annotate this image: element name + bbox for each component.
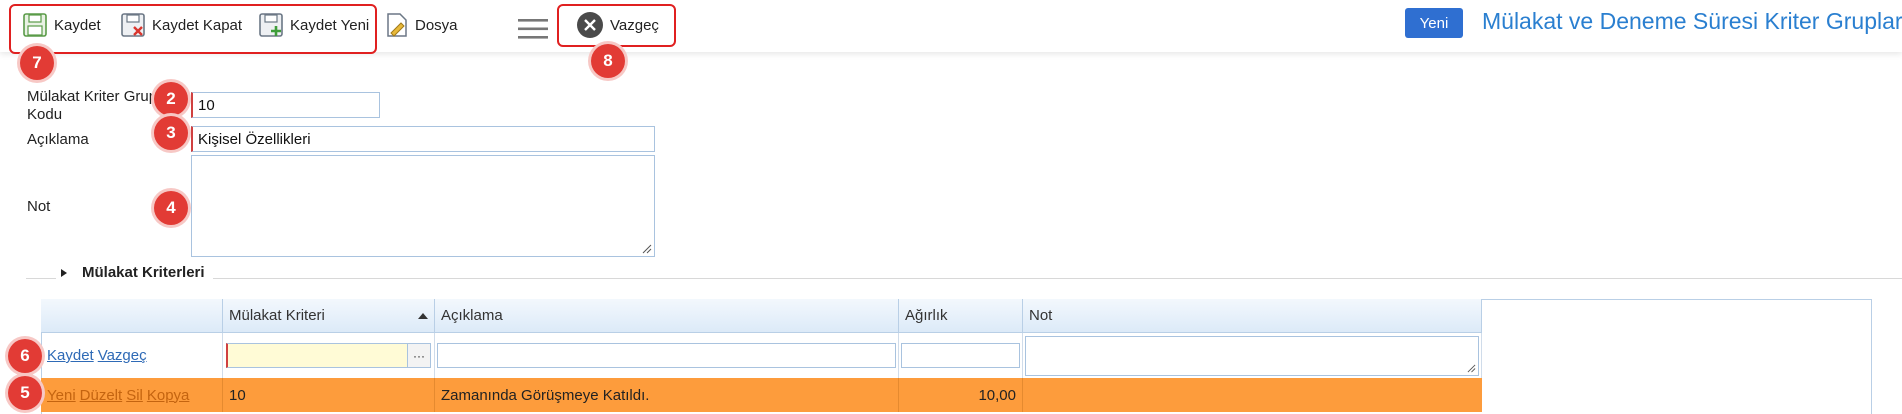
edit-row-description-input[interactable] xyxy=(437,343,896,368)
new-button[interactable]: Yeni xyxy=(1405,8,1463,38)
edit-row-weight-cell xyxy=(899,333,1023,378)
column-header-description[interactable]: Açıklama xyxy=(435,299,899,333)
edit-row-actions: Kaydet Vazgeç xyxy=(41,333,223,378)
note-label: Not xyxy=(27,198,51,215)
edit-row-criterion-cell: ··· xyxy=(223,333,435,378)
section-title: Mülakat Kriterleri xyxy=(82,264,205,281)
edit-row-note-cell xyxy=(1023,333,1482,378)
row-edit-link[interactable]: Düzelt xyxy=(80,387,123,404)
code-label-line2: Kodu xyxy=(27,106,63,123)
row-delete-link[interactable]: Sil xyxy=(126,387,143,404)
callout-badge: 7 xyxy=(20,46,54,80)
code-label-line1: Mülakat Kriter Grup xyxy=(27,88,158,105)
row-note xyxy=(1023,378,1482,412)
row-weight: 10,00 xyxy=(899,378,1023,412)
table-row[interactable]: Yeni Düzelt Sil Kopya 10 Zamanında Görüş… xyxy=(41,378,1482,412)
description-input[interactable]: Kişisel Özellikleri xyxy=(191,126,655,152)
column-header-criterion-label: Mülakat Kriteri xyxy=(229,307,325,324)
column-header-weight[interactable]: Ağırlık xyxy=(899,299,1023,333)
code-label: Mülakat Kriter Grup Kodu xyxy=(27,88,157,124)
callout-badge: 2 xyxy=(154,82,188,116)
callout-box-cancel xyxy=(557,4,676,47)
file-button[interactable]: Dosya xyxy=(385,10,458,40)
hamburger-menu-button[interactable] xyxy=(518,14,548,44)
edit-row-save-link[interactable]: Kaydet xyxy=(47,347,94,364)
sort-ascending-icon xyxy=(418,312,428,319)
column-header-actions xyxy=(41,299,223,333)
criterion-lookup-input[interactable]: ··· xyxy=(226,343,431,368)
resize-handle-icon[interactable] xyxy=(642,244,652,254)
edit-row-cancel-link[interactable]: Vazgeç xyxy=(98,347,147,364)
callout-badge: 6 xyxy=(8,339,42,373)
callout-badge: 8 xyxy=(591,44,625,78)
page-title: Mülakat ve Deneme Süresi Kriter Grupları xyxy=(1482,8,1902,34)
row-copy-link[interactable]: Kopya xyxy=(147,387,190,404)
file-icon xyxy=(387,13,407,37)
row-description: Zamanında Görüşmeye Katıldı. xyxy=(435,378,899,412)
file-label: Dosya xyxy=(415,16,458,34)
column-header-note[interactable]: Not xyxy=(1023,299,1482,333)
row-new-link[interactable]: Yeni xyxy=(47,387,76,404)
caret-right-icon xyxy=(61,268,67,277)
callout-box-toolbar-save-group xyxy=(9,4,377,54)
row-actions: Yeni Düzelt Sil Kopya xyxy=(41,378,223,412)
lookup-ellipsis-button[interactable]: ··· xyxy=(407,344,430,367)
note-textarea[interactable] xyxy=(191,155,655,257)
section-header[interactable]: Mülakat Kriterleri xyxy=(56,264,213,281)
section-divider xyxy=(26,278,1902,279)
callout-badge: 5 xyxy=(8,376,42,410)
edit-row-description-cell xyxy=(435,333,899,378)
resize-handle-icon[interactable] xyxy=(1467,364,1476,373)
edit-row-weight-input[interactable] xyxy=(901,343,1020,368)
edit-row-note-textarea[interactable] xyxy=(1025,335,1479,376)
description-label: Açıklama xyxy=(27,131,89,148)
column-header-criterion[interactable]: Mülakat Kriteri xyxy=(223,299,435,333)
row-criterion: 10 xyxy=(223,378,435,412)
callout-badge: 3 xyxy=(154,116,188,150)
callout-badge: 4 xyxy=(154,191,188,225)
code-input[interactable]: 10 xyxy=(191,92,380,118)
hamburger-icon xyxy=(518,19,548,39)
